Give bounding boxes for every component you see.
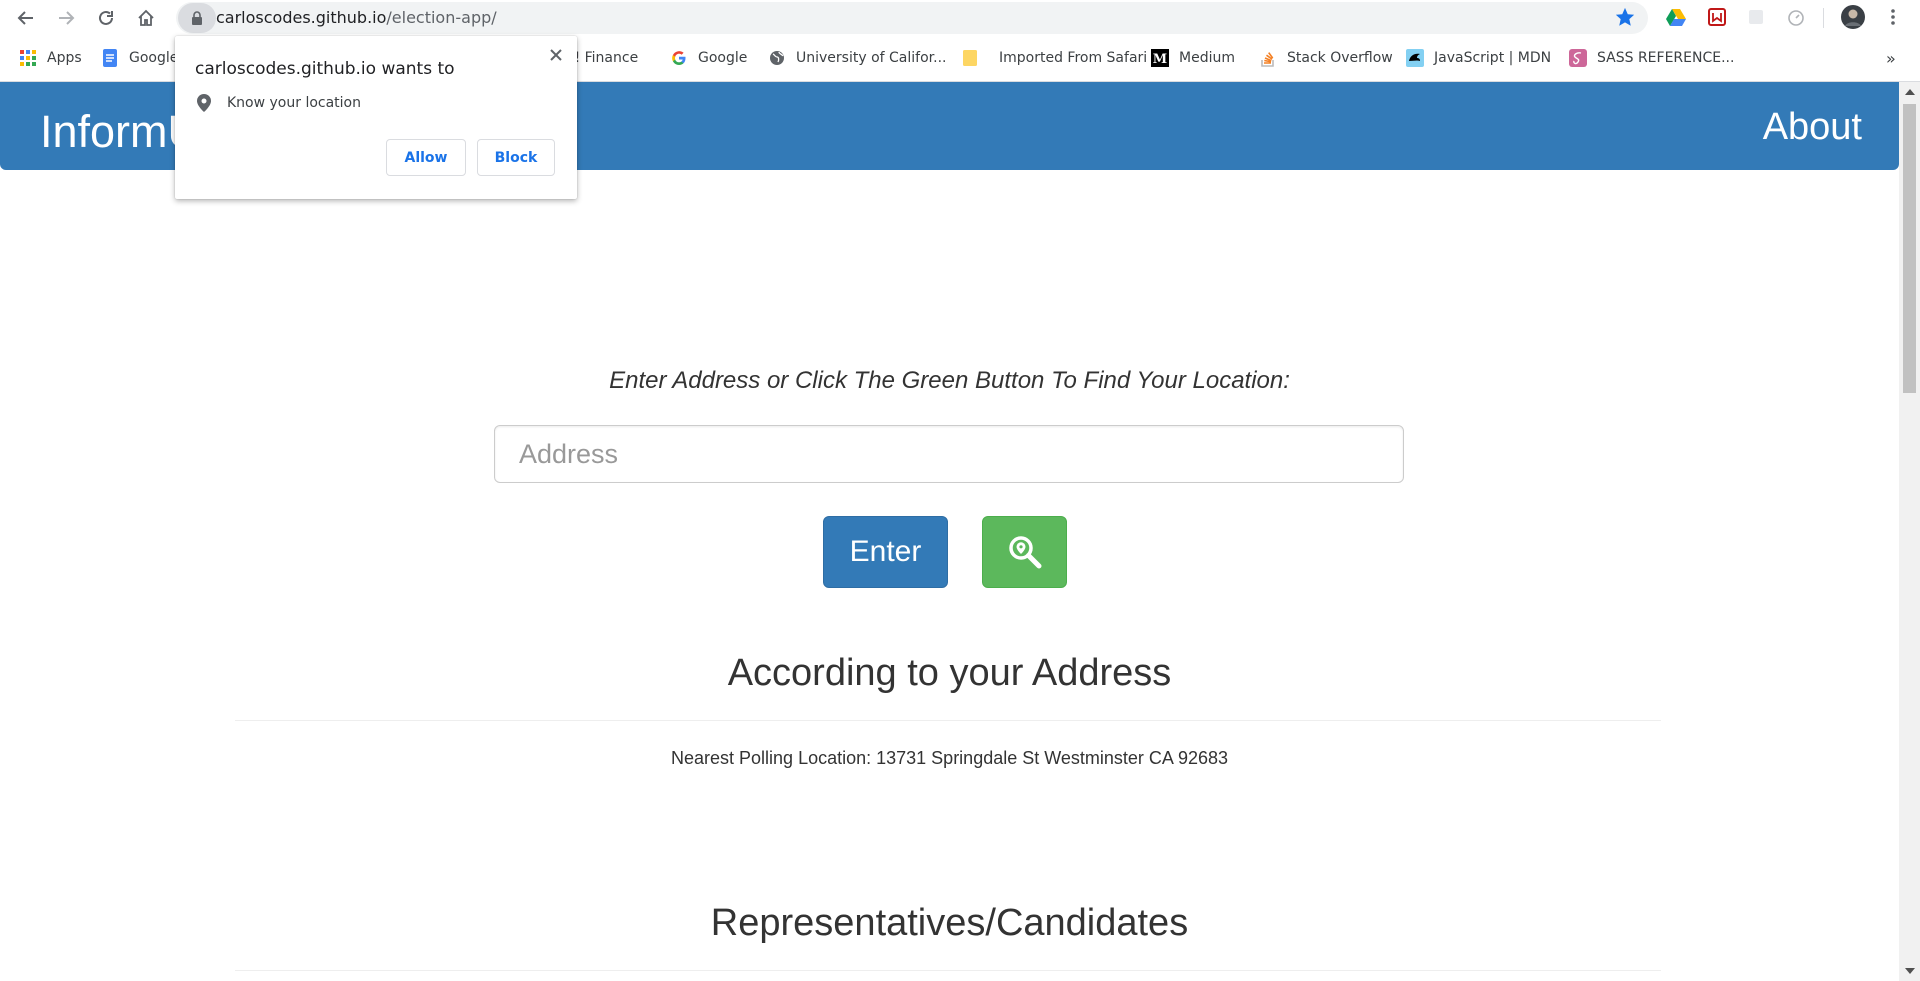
extension-button[interactable] <box>1745 6 1767 28</box>
back-button[interactable] <box>12 4 40 32</box>
home-icon <box>138 9 154 26</box>
scroll-down-arrow-icon <box>1904 968 1915 974</box>
bookmark-stack-overflow[interactable]: Stack Overflow <box>1259 35 1393 81</box>
close-icon <box>550 49 562 61</box>
bookmark-sass-reference[interactable]: SASS REFERENCE... <box>1569 35 1734 81</box>
bookmark-javascript-mdn[interactable]: JavaScript | MDN <box>1406 35 1551 81</box>
star-icon <box>1615 7 1635 26</box>
page-scrollbar[interactable] <box>1899 82 1920 981</box>
avatar-icon <box>1841 5 1865 29</box>
globe-icon <box>768 49 786 67</box>
overflow-chevron-icon: » <box>1886 48 1896 68</box>
forward-button[interactable] <box>52 4 80 32</box>
bookmark-star-button[interactable] <box>1614 6 1636 33</box>
bookmark-label: Apps <box>47 50 82 66</box>
reload-button[interactable] <box>92 4 120 32</box>
google-g-icon <box>670 49 688 67</box>
site-info-button[interactable] <box>178 3 216 33</box>
scroll-thumb[interactable] <box>1903 104 1916 393</box>
reload-icon <box>99 10 113 25</box>
address-heading: According to your Address <box>727 652 1172 694</box>
address-input[interactable] <box>494 425 1404 483</box>
kebab-menu-icon <box>1891 9 1895 25</box>
block-button[interactable]: Block <box>477 139 555 176</box>
scroll-down-button[interactable] <box>1899 961 1920 981</box>
url-host: carloscodes.github.io <box>216 8 387 27</box>
bookmark-imported-from-safari[interactable]: Imported From Safari <box>961 35 1147 81</box>
browser-toolbar: carloscodes.github.io/election-app/ <box>0 0 1920 35</box>
polling-location-text: Nearest Polling Location: 13731 Springda… <box>671 748 1228 768</box>
popup-close-button[interactable] <box>545 44 567 66</box>
allow-button[interactable]: Allow <box>386 139 466 176</box>
svg-text:M: M <box>1153 52 1167 67</box>
bookmark-label: Google <box>698 50 748 66</box>
permission-label: Know your location <box>227 95 361 111</box>
bookmark-medium[interactable]: M Medium <box>1151 35 1235 81</box>
bookmark-label: JavaScript | MDN <box>1434 50 1552 66</box>
enter-button[interactable]: Enter <box>823 516 948 588</box>
timer-extension-button[interactable] <box>1785 6 1807 28</box>
toolbar-divider <box>1823 8 1824 28</box>
about-link[interactable]: About <box>1763 106 1862 149</box>
bookmark-label: University of Califor... <box>796 50 947 66</box>
stack-overflow-icon <box>1259 49 1277 67</box>
section-divider <box>235 970 1661 971</box>
permission-row: Know your location <box>197 94 361 112</box>
medium-icon: M <box>1151 49 1169 67</box>
home-button[interactable] <box>132 4 160 32</box>
bookmark-university[interactable]: University of Califor... <box>768 35 946 81</box>
mdn-icon <box>1406 49 1424 67</box>
find-location-button[interactable] <box>982 516 1067 588</box>
google-drive-extension[interactable] <box>1665 6 1687 28</box>
bookmark-label: Google <box>129 50 179 66</box>
mcafee-shield-icon <box>1708 8 1726 26</box>
bookmarks-overflow-button[interactable]: » <box>1886 35 1896 81</box>
address-prompt: Enter Address or Click The Green Button … <box>609 367 1290 394</box>
sass-icon <box>1569 49 1587 67</box>
google-docs-icon <box>101 49 119 67</box>
scroll-up-arrow-icon <box>1904 89 1915 95</box>
bookmark-apps[interactable]: Apps <box>19 35 82 81</box>
forward-arrow-icon <box>59 11 75 25</box>
bookmark-label: Medium <box>1179 50 1235 66</box>
apps-grid-icon <box>19 49 37 67</box>
location-permission-popup: carloscodes.github.io wants to Know your… <box>175 36 577 199</box>
back-arrow-icon <box>17 11 33 25</box>
bookmark-label: Imported From Safari <box>999 50 1148 66</box>
folder-icon <box>961 49 979 67</box>
popup-title: carloscodes.github.io wants to <box>195 59 455 79</box>
bookmark-google-docs[interactable]: Google <box>101 35 178 81</box>
timer-icon <box>1788 10 1804 26</box>
location-search-icon <box>1008 536 1041 569</box>
representatives-heading: Representatives/Candidates <box>710 902 1189 944</box>
bookmark-google[interactable]: Google <box>670 35 747 81</box>
extension-icon <box>1749 10 1763 24</box>
google-drive-icon <box>1666 9 1686 26</box>
url-text[interactable]: carloscodes.github.io/election-app/ <box>216 8 497 27</box>
browser-menu-button[interactable] <box>1882 6 1904 28</box>
location-pin-icon <box>197 94 211 112</box>
scroll-up-button[interactable] <box>1899 82 1920 102</box>
bookmark-label: Stack Overflow <box>1287 50 1393 66</box>
bookmark-label: SASS REFERENCE... <box>1597 50 1735 66</box>
url-path: /election-app/ <box>386 8 497 27</box>
section-divider <box>235 720 1661 721</box>
mcafee-extension[interactable] <box>1706 6 1728 28</box>
profile-avatar-button[interactable] <box>1840 4 1866 30</box>
lock-icon <box>192 11 202 25</box>
